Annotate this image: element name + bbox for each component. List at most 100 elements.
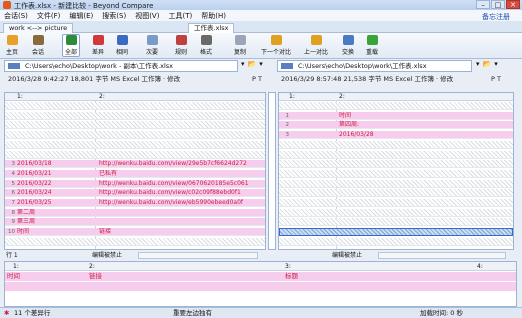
table-row[interactable]: 1 时间	[279, 111, 513, 120]
table-row[interactable]: 7 2016/03/25 http://wenku.baidu.com/view/e…	[5, 199, 265, 207]
table-row[interactable]: 3 2016/03/18 http://wenku.baidu.com/view/2…	[5, 160, 265, 169]
cell-col-1: 2016/03/25	[17, 199, 52, 206]
table-row[interactable]	[279, 189, 513, 198]
row-number: 7	[11, 200, 16, 206]
table-row[interactable]: 6 2016/03/24 http://wenku.baidu.com/view/c…	[5, 189, 265, 198]
menu-edit[interactable]: 编辑(E)	[69, 11, 93, 21]
tab-table-compare[interactable]: 工作表.xlsx	[188, 23, 235, 33]
table-row[interactable]	[5, 140, 265, 149]
home-icon	[6, 35, 18, 45]
diff-count: 11 个差异行	[14, 309, 51, 317]
same-icon	[116, 35, 128, 45]
table-row[interactable]	[279, 179, 513, 188]
session-button[interactable]: 会话	[32, 35, 44, 56]
row-number: 9	[11, 219, 16, 226]
show-same-button[interactable]: 相同	[116, 35, 128, 56]
right-history-dropdown[interactable]: ▾	[476, 60, 480, 68]
col-header-1[interactable]: 1:	[289, 93, 295, 100]
show-all-button[interactable]: 全部	[62, 34, 81, 57]
detail-row[interactable]: 时间 链接 标题	[5, 272, 516, 281]
right-options-dropdown[interactable]: ▾	[494, 60, 498, 68]
status-bar: ✱ 11 个差异行 重要左边独有 加载时间: 0 秒	[0, 307, 522, 318]
table-row[interactable]	[5, 131, 265, 140]
right-edit-status: 编辑被禁止	[332, 252, 363, 259]
table-row[interactable]	[5, 111, 265, 120]
table-row[interactable]	[279, 169, 513, 178]
menu-tools[interactable]: 工具(T)	[168, 11, 192, 21]
table-row[interactable]	[5, 237, 265, 246]
row-number: 1	[285, 112, 290, 119]
left-browse-folder-icon[interactable]: 📂	[248, 60, 257, 68]
table-row[interactable]: 2 第四周:	[279, 121, 513, 130]
left-scroll-row: 行 1 编辑被禁止	[6, 251, 268, 260]
minimize-button[interactable]: –	[476, 0, 490, 9]
table-row[interactable]	[279, 160, 513, 169]
minor-button[interactable]: 次要	[146, 35, 158, 56]
diff-icon	[92, 35, 104, 45]
left-table-pane[interactable]: 1: 2: 3 2016/03/18 http://wenku.baidu.com/…	[4, 92, 266, 250]
menu-session[interactable]: 会话(S)	[4, 11, 28, 21]
table-row[interactable]	[5, 102, 265, 110]
table-row[interactable]: 10 时间 链接	[5, 228, 265, 237]
left-options-dropdown[interactable]: ▾	[259, 60, 263, 68]
format-icon	[200, 35, 212, 45]
close-button[interactable]: ✕	[506, 0, 520, 9]
table-row[interactable]	[279, 237, 513, 246]
table-row[interactable]	[279, 199, 513, 207]
right-file-info: 2016/3/29 8:57:48 21,538 字节 MS Excel 工作簿…	[281, 75, 501, 83]
left-path-field[interactable]: C:\Users\echo\Desktop\work - 副本\工作表.xlsx	[4, 60, 238, 72]
toolbar: 主页 会话 全部 差异 相同 次要 规则 格式 复制 下一个对比 上一对比 交换…	[0, 33, 522, 59]
home-button[interactable]: 主页	[6, 35, 18, 56]
next-diff-button[interactable]: 下一个对比	[261, 35, 291, 56]
left-history-dropdown[interactable]: ▾	[241, 60, 245, 68]
row-number: 5	[11, 180, 16, 187]
table-row[interactable]: 4 2016/03/21 已私有	[5, 169, 265, 178]
rules-button[interactable]: 规则	[175, 35, 187, 56]
swap-icon	[342, 35, 354, 45]
detail-col-1: 1:	[13, 263, 19, 270]
right-horizontal-scrollbar[interactable]	[378, 252, 506, 259]
table-row[interactable]: 5 2016/03/22 http://wenku.baidu.com/view/0…	[5, 179, 265, 188]
right-browse-folder-icon[interactable]: 📂	[483, 60, 492, 68]
copy-button[interactable]: 复制	[234, 35, 246, 56]
table-row[interactable]	[279, 102, 513, 110]
cell-col-2: 链接	[99, 228, 112, 236]
table-row[interactable]: 3 2016/03/28	[279, 131, 513, 140]
table-row[interactable]	[279, 208, 513, 217]
row-detail-pane[interactable]: 1: 2: 3: 4: 时间 链接 标题	[4, 261, 517, 307]
menu-help[interactable]: 帮助(H)	[201, 11, 226, 21]
col-header-1[interactable]: 1:	[17, 93, 23, 100]
detail-row-right[interactable]	[5, 282, 516, 291]
menu-search[interactable]: 搜索(S)	[102, 11, 126, 21]
tab-folder-compare[interactable]: work <--> picture	[3, 23, 74, 33]
table-row[interactable]	[279, 140, 513, 149]
table-row[interactable]	[279, 218, 513, 227]
table-row[interactable]	[279, 228, 513, 237]
show-diff-button[interactable]: 差异	[92, 35, 104, 56]
format-button[interactable]: 格式	[200, 35, 212, 56]
left-horizontal-scrollbar[interactable]	[138, 252, 258, 259]
reload-button[interactable]: 重载	[366, 35, 378, 56]
menu-file[interactable]: 文件(F)	[37, 11, 61, 21]
diff-overview-strip[interactable]	[268, 92, 276, 250]
col-header-2[interactable]: 2:	[339, 93, 345, 100]
table-row[interactable]: 9 第三周	[5, 218, 265, 227]
right-path-field[interactable]: C:\Users\echo\Desktop\work\工作表.xlsx	[277, 60, 472, 72]
cell-col-1: 2016/03/18	[17, 160, 52, 168]
cell-col-1: 第三周	[17, 218, 36, 226]
menu-view[interactable]: 视图(V)	[135, 11, 159, 21]
table-row[interactable]	[5, 150, 265, 159]
table-row[interactable]	[5, 121, 265, 130]
prev-diff-button[interactable]: 上一对比	[304, 35, 328, 56]
swap-button[interactable]: 交换	[342, 35, 354, 56]
tab-bar: work <--> picture 工作表.xlsx	[0, 21, 522, 33]
table-row[interactable]	[279, 150, 513, 159]
col-header-2[interactable]: 2:	[99, 93, 105, 100]
session-icon	[32, 35, 44, 45]
left-file-info: 2016/3/28 9:42:27 18,801 字节 MS Excel 工作簿…	[8, 75, 262, 83]
excel-file-icon	[281, 63, 293, 69]
right-table-pane[interactable]: 1: 2: 1 时间 2 第四周: 3 2016/03/28	[278, 92, 514, 250]
cell-col-2: http://wenku.baidu.com/view/29e5b7cf6624…	[99, 160, 247, 168]
maximize-button[interactable]: □	[491, 0, 505, 9]
table-row[interactable]: 8 第二周	[5, 208, 265, 217]
